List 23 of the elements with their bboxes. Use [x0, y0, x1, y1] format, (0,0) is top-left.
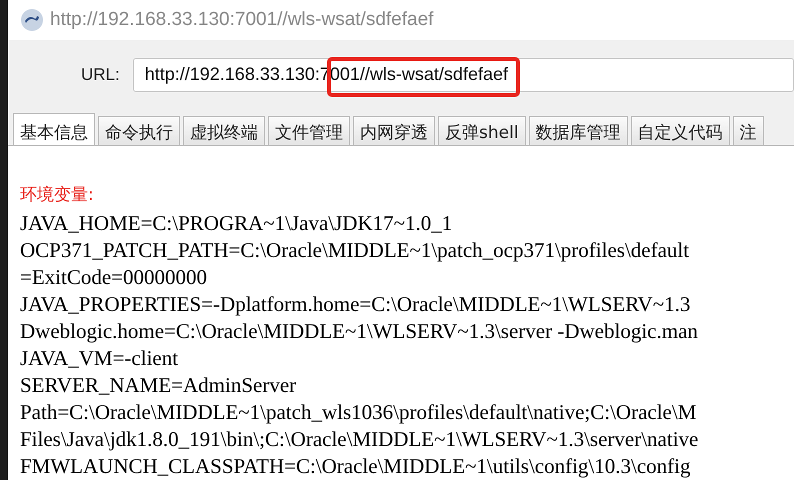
output-line: =ExitCode=00000000	[20, 264, 208, 291]
output-line: JAVA_PROPERTIES=-Dplatform.home=C:\Oracle\MIDDLE~1\WLSERV~1.3	[20, 291, 692, 318]
output-line: FMWLAUNCH_CLASSPATH=C:\Oracle\MIDDLE~1\utils\config\10.3\config	[20, 453, 692, 480]
output-line: JAVA_VM=-client	[20, 345, 180, 372]
tab[interactable]: 基本信息	[13, 113, 95, 145]
tab[interactable]: 文件管理	[268, 116, 350, 145]
url-label: URL:	[81, 64, 120, 85]
output-line: Files\Java\jdk1.8.0_191\bin\;C:\Oracle\MIDDLE~1\WLSERV~1.3\server\native	[20, 426, 700, 453]
tab[interactable]: 自定义代码	[630, 116, 730, 145]
tab[interactable]: 内网穿透	[353, 116, 435, 145]
output-line: Dweblogic.home=C:\Oracle\MIDDLE~1\WLSERV~1.3\server -Dweblogic.man	[20, 318, 699, 345]
output-line: JAVA_HOME=C:\PROGRA~1\Java\JDK17~1.0_1	[20, 210, 454, 237]
tab[interactable]: 注	[732, 116, 764, 145]
output-line: OCP371_PATCH_PATH=C:\Oracle\MIDDLE~1\patch_ocp371\profiles\default	[20, 237, 690, 264]
logo-icon	[20, 8, 44, 32]
output-line: Path=C:\Oracle\MIDDLE~1\patch_wls1036\profiles\default\native;C:\Oracle\M	[20, 399, 698, 426]
tab[interactable]: 反弹shell	[438, 116, 526, 145]
section-heading: 环境变量:	[20, 184, 95, 206]
tab[interactable]: 数据库管理	[528, 116, 628, 145]
tab[interactable]: 命令执行	[98, 116, 180, 145]
tab[interactable]: 虚拟终端	[183, 116, 265, 145]
window-title: http://192.168.33.130:7001//wls-wsat/sdfefaef	[50, 8, 434, 31]
output-line: SERVER_NAME=AdminServer	[20, 372, 298, 399]
